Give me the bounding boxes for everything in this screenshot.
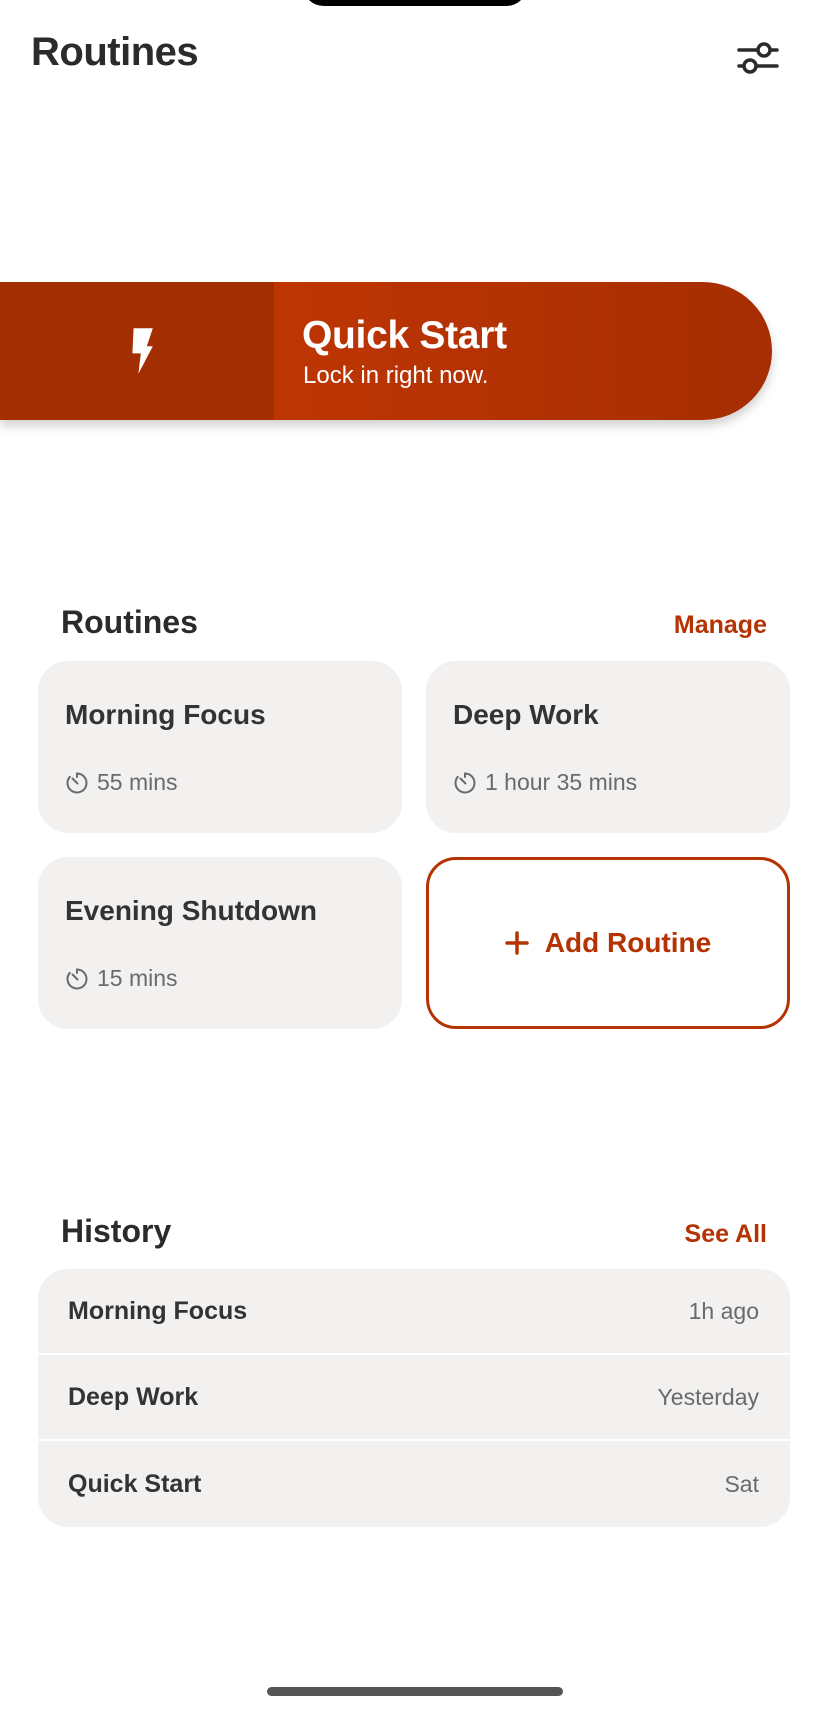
manage-link[interactable]: Manage: [674, 611, 767, 640]
quick-start-title: Quick Start: [302, 314, 507, 357]
history-section-title: History: [61, 1213, 172, 1249]
history-item-time: Yesterday: [657, 1383, 759, 1410]
duration-text: 55 mins: [97, 769, 178, 795]
duration-text: 15 mins: [97, 965, 178, 991]
add-routine-button[interactable]: Add Routine: [426, 857, 790, 1029]
device-notch: [302, 0, 528, 6]
history-item-name: Morning Focus: [68, 1296, 248, 1325]
routine-duration: 55 mins: [65, 769, 178, 796]
history-row[interactable]: Morning Focus 1h ago: [38, 1269, 790, 1355]
quick-start-icon-block: [0, 282, 274, 420]
routines-section-title: Routines: [61, 604, 198, 640]
page-title: Routines: [31, 30, 199, 74]
routine-duration: 1 hour 35 mins: [453, 769, 637, 796]
lightning-bolt-icon: [132, 328, 153, 374]
routines-section-header: Routines Manage: [61, 604, 767, 641]
history-row[interactable]: Deep Work Yesterday: [38, 1355, 790, 1441]
settings-button[interactable]: [730, 36, 786, 80]
duration-text: 1 hour 35 mins: [485, 769, 638, 795]
routine-name: Deep Work: [453, 699, 599, 730]
quick-start-button[interactable]: Quick Start Lock in right now.: [0, 282, 772, 420]
sliders-icon: [737, 42, 779, 74]
timer-icon: [66, 968, 88, 989]
routine-card-deep-work[interactable]: Deep Work 1 hour 35 mins: [426, 661, 790, 833]
timer-icon: [454, 772, 476, 793]
history-item-name: Deep Work: [68, 1382, 199, 1411]
history-item-time: Sat: [724, 1470, 759, 1497]
routine-duration: 15 mins: [65, 965, 178, 992]
plus-icon: [505, 931, 529, 955]
timer-icon: [66, 772, 88, 793]
routine-card-evening-shutdown[interactable]: Evening Shutdown 15 mins: [38, 857, 402, 1029]
routine-name: Evening Shutdown: [65, 895, 317, 926]
add-routine-label: Add Routine: [544, 927, 712, 958]
history-row[interactable]: Quick Start Sat: [38, 1441, 790, 1527]
history-list: Morning Focus 1h ago Deep Work Yesterday…: [38, 1269, 790, 1527]
routine-card-morning-focus[interactable]: Morning Focus 55 mins: [38, 661, 402, 833]
history-item-time: 1h ago: [688, 1297, 759, 1324]
history-item-name: Quick Start: [68, 1469, 202, 1498]
history-section-header: History See All: [61, 1213, 767, 1250]
home-indicator[interactable]: [267, 1687, 563, 1696]
see-all-link[interactable]: See All: [685, 1220, 767, 1249]
routine-name: Morning Focus: [65, 699, 266, 730]
quick-start-subtitle: Lock in right now.: [303, 362, 489, 389]
